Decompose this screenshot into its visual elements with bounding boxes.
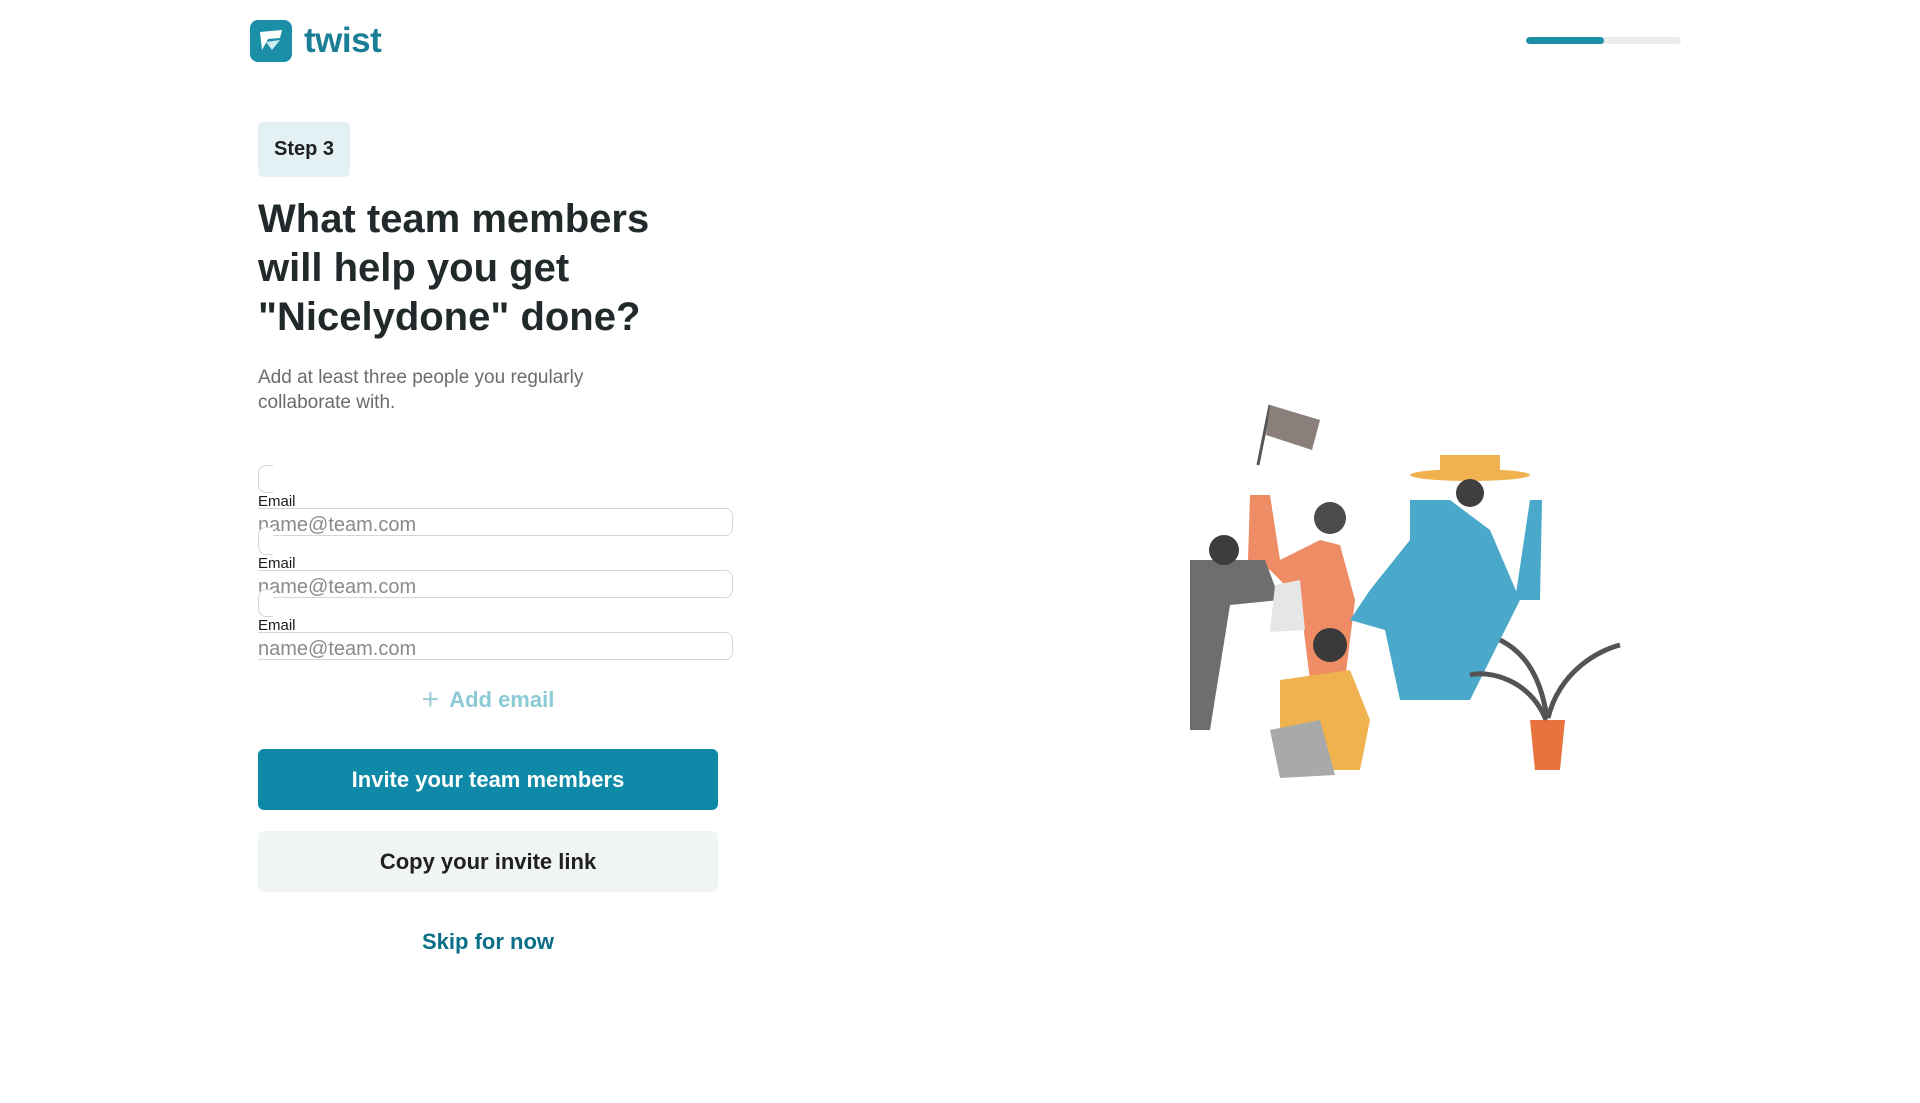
email-input[interactable] [258, 514, 718, 537]
email-field-label: Email [258, 555, 296, 572]
brand-logo: twist [250, 20, 382, 62]
email-field-label: Email [258, 617, 296, 634]
plus-icon: + [421, 683, 440, 716]
step-badge: Step 3 [258, 122, 351, 177]
invite-team-button[interactable]: Invite your team members [258, 749, 718, 810]
email-input[interactable] [258, 576, 718, 599]
twist-logo-icon [250, 20, 292, 62]
onboarding-progress-bar [1526, 37, 1681, 44]
skip-link[interactable]: Skip for now [258, 929, 718, 955]
email-input[interactable] [258, 638, 718, 661]
copy-invite-link-button[interactable]: Copy your invite link [258, 831, 718, 892]
add-email-button[interactable]: + Add email [258, 680, 718, 720]
email-field-label: Email [258, 493, 296, 510]
team-collage-illustration [1170, 400, 1630, 780]
email-field[interactable]: Email [258, 589, 733, 661]
add-email-label: Add email [449, 687, 555, 712]
page-subtitle: Add at least three people you regularly … [258, 367, 584, 413]
progress-fill [1526, 37, 1604, 44]
page-title: What team members will help you get "Nic… [258, 197, 650, 339]
email-field[interactable]: Email [258, 465, 733, 537]
email-fields: Email Email Email [258, 465, 733, 661]
invite-form: Step 3 What team members will help you g… [258, 122, 733, 955]
brand-name: twist [304, 21, 382, 60]
email-field[interactable]: Email [258, 527, 733, 599]
